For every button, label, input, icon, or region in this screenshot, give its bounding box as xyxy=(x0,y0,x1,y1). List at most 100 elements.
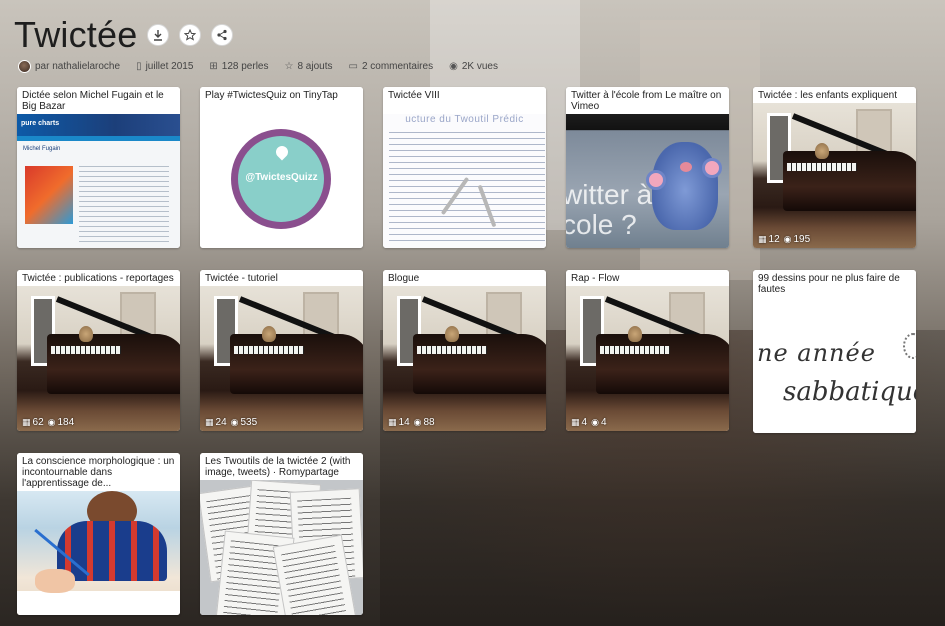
child-hand xyxy=(35,569,75,593)
sketch-text-line: ne année xyxy=(757,339,876,367)
card-title: Twictée : les enfants expliquent xyxy=(753,87,916,103)
pearl-card[interactable]: Blogue ▦ 14 ◉ 88 xyxy=(383,270,546,431)
mouse-ear xyxy=(646,170,666,190)
eye-icon: ◉ xyxy=(449,61,458,72)
mouse-ear xyxy=(702,158,722,178)
author[interactable]: par nathalielaroche xyxy=(18,60,120,73)
piano-body xyxy=(783,151,916,211)
download-icon xyxy=(154,30,163,41)
piano-keys xyxy=(417,346,487,354)
doc-column xyxy=(441,132,493,242)
paper-sheet xyxy=(17,591,180,615)
download-button[interactable] xyxy=(147,24,170,46)
card-stats: ▦ 24 ◉ 535 xyxy=(205,417,261,428)
card-thumbnail: pure charts Michel Fugain xyxy=(17,114,180,248)
card-stats: ▦ 12 ◉ 195 xyxy=(758,234,814,245)
piano-keys xyxy=(234,346,304,354)
pearl-card[interactable]: Les Twoutils de la twictée 2 (with image… xyxy=(200,453,363,615)
eye-icon: ◉ xyxy=(47,417,56,427)
card-thumbnail: ▦ 4 ◉ 4 xyxy=(566,286,729,431)
calendar-icon: ▯ xyxy=(136,61,142,72)
additions-count: ☆ 8 ajouts xyxy=(284,61,332,72)
view-count: 195 xyxy=(793,234,811,245)
card-title: Play #TwictesQuiz on TinyTap xyxy=(200,87,363,114)
view-count: 4 xyxy=(600,417,607,428)
card-title: Twitter à l'école from Le maître on Vime… xyxy=(566,87,729,114)
view-count: 88 xyxy=(423,417,435,428)
pearl-count: 14 xyxy=(398,417,410,428)
avatar xyxy=(18,60,31,73)
pearl-count: 24 xyxy=(215,417,227,428)
pearl-card[interactable]: Rap - Flow ▦ 4 ◉ 4 xyxy=(566,270,729,431)
pearl-card[interactable]: Twictée : les enfants expliquent ▦ 12 ◉ 19… xyxy=(753,87,916,248)
pearl-card[interactable]: Twictée - tutoriel ▦ 24 ◉ 535 xyxy=(200,270,363,431)
video-caption-line: cole ? xyxy=(566,209,637,240)
card-title: La conscience morphologique : un inconto… xyxy=(17,453,180,491)
share-button[interactable] xyxy=(211,24,234,46)
pearl-card[interactable]: Twictée : publications - reportages ▦ 62 … xyxy=(17,270,180,431)
doc-column xyxy=(389,132,441,242)
card-thumbnail: ▦ 62 ◉ 184 xyxy=(17,286,180,431)
grid-icon: ▦ xyxy=(388,417,397,427)
favorite-button[interactable] xyxy=(179,24,202,46)
pearls-count: ⊞ 128 perles xyxy=(209,61,268,72)
pearl-card[interactable]: La conscience morphologique : un inconto… xyxy=(17,453,180,615)
dog xyxy=(628,326,642,342)
doc-heading: ucture du Twoutil Prédic xyxy=(405,114,524,125)
collection-meta: par nathalielaroche ▯ juillet 2015 ⊞ 128… xyxy=(18,60,514,73)
page-header: Twictée xyxy=(14,12,234,58)
eye-icon: ◉ xyxy=(230,417,239,427)
eye-icon: ◉ xyxy=(591,417,599,427)
eye-icon: ◉ xyxy=(783,234,792,244)
share-icon xyxy=(217,29,228,41)
pearl-count: 4 xyxy=(581,417,588,428)
view-count: 184 xyxy=(57,417,75,428)
star-outline-icon: ☆ xyxy=(284,61,294,72)
pearl-card[interactable]: Play #TwictesQuiz on TinyTap @TwictesQui… xyxy=(200,87,363,248)
additions-text: 8 ajouts xyxy=(297,61,333,72)
child-shirt xyxy=(57,521,167,581)
web-text-lines xyxy=(79,166,169,246)
card-title: Dictée selon Michel Fugain et le Big Baz… xyxy=(17,87,180,114)
card-thumbnail: ▦ 12 ◉ 195 xyxy=(753,103,916,248)
pearl-card[interactable]: Twitter à l'école from Le maître on Vime… xyxy=(566,87,729,248)
pearl-count: 62 xyxy=(32,417,44,428)
grid-icon: ▦ xyxy=(571,417,580,427)
date: ▯ juillet 2015 xyxy=(136,61,193,72)
mouse-nose xyxy=(680,162,692,172)
grid-icon: ▦ xyxy=(758,234,767,244)
card-thumbnail: ucture du Twoutil Prédic xyxy=(383,114,546,248)
dog xyxy=(445,326,459,342)
dog xyxy=(262,326,276,342)
card-title: 99 dessins pour ne plus faire de fautes xyxy=(753,270,916,297)
page-title: Twictée xyxy=(14,14,138,55)
pearl-count: 12 xyxy=(768,234,780,245)
comments-count[interactable]: ▭ 2 commentaires xyxy=(348,61,433,72)
card-title: Rap - Flow xyxy=(566,270,729,286)
card-thumbnail xyxy=(200,480,363,615)
grid-icon: ▦ xyxy=(22,417,31,427)
piano-body xyxy=(47,334,180,394)
pearl-card[interactable]: Twictée VIII ucture du Twoutil Prédic xyxy=(383,87,546,248)
author-name: par nathalielaroche xyxy=(35,61,121,72)
sketch-decoration xyxy=(903,333,916,359)
web-heading: Michel Fugain xyxy=(23,146,61,152)
card-title: Blogue xyxy=(383,270,546,286)
piano-body xyxy=(596,334,729,394)
card-thumbnail: witter à cole ? xyxy=(566,114,729,248)
date-text: juillet 2015 xyxy=(145,61,194,72)
pearl-card[interactable]: Dictée selon Michel Fugain et le Big Baz… xyxy=(17,87,180,248)
card-stats: ▦ 62 ◉ 184 xyxy=(22,417,78,428)
star-icon xyxy=(184,29,197,41)
card-thumbnail xyxy=(17,491,180,615)
card-title: Twictée : publications - reportages xyxy=(17,270,180,286)
card-stats: ▦ 4 ◉ 4 xyxy=(571,417,611,428)
piano-keys xyxy=(51,346,121,354)
card-title: Twictée - tutoriel xyxy=(200,270,363,286)
card-title: Les Twoutils de la twictée 2 (with image… xyxy=(200,453,363,480)
pearls-text: 128 perles xyxy=(221,61,269,72)
piano-keys xyxy=(600,346,670,354)
pearl-card[interactable]: 99 dessins pour ne plus faire de fautes … xyxy=(753,270,916,433)
card-thumbnail: @TwictesQuizz xyxy=(200,114,363,248)
dog xyxy=(815,143,829,159)
